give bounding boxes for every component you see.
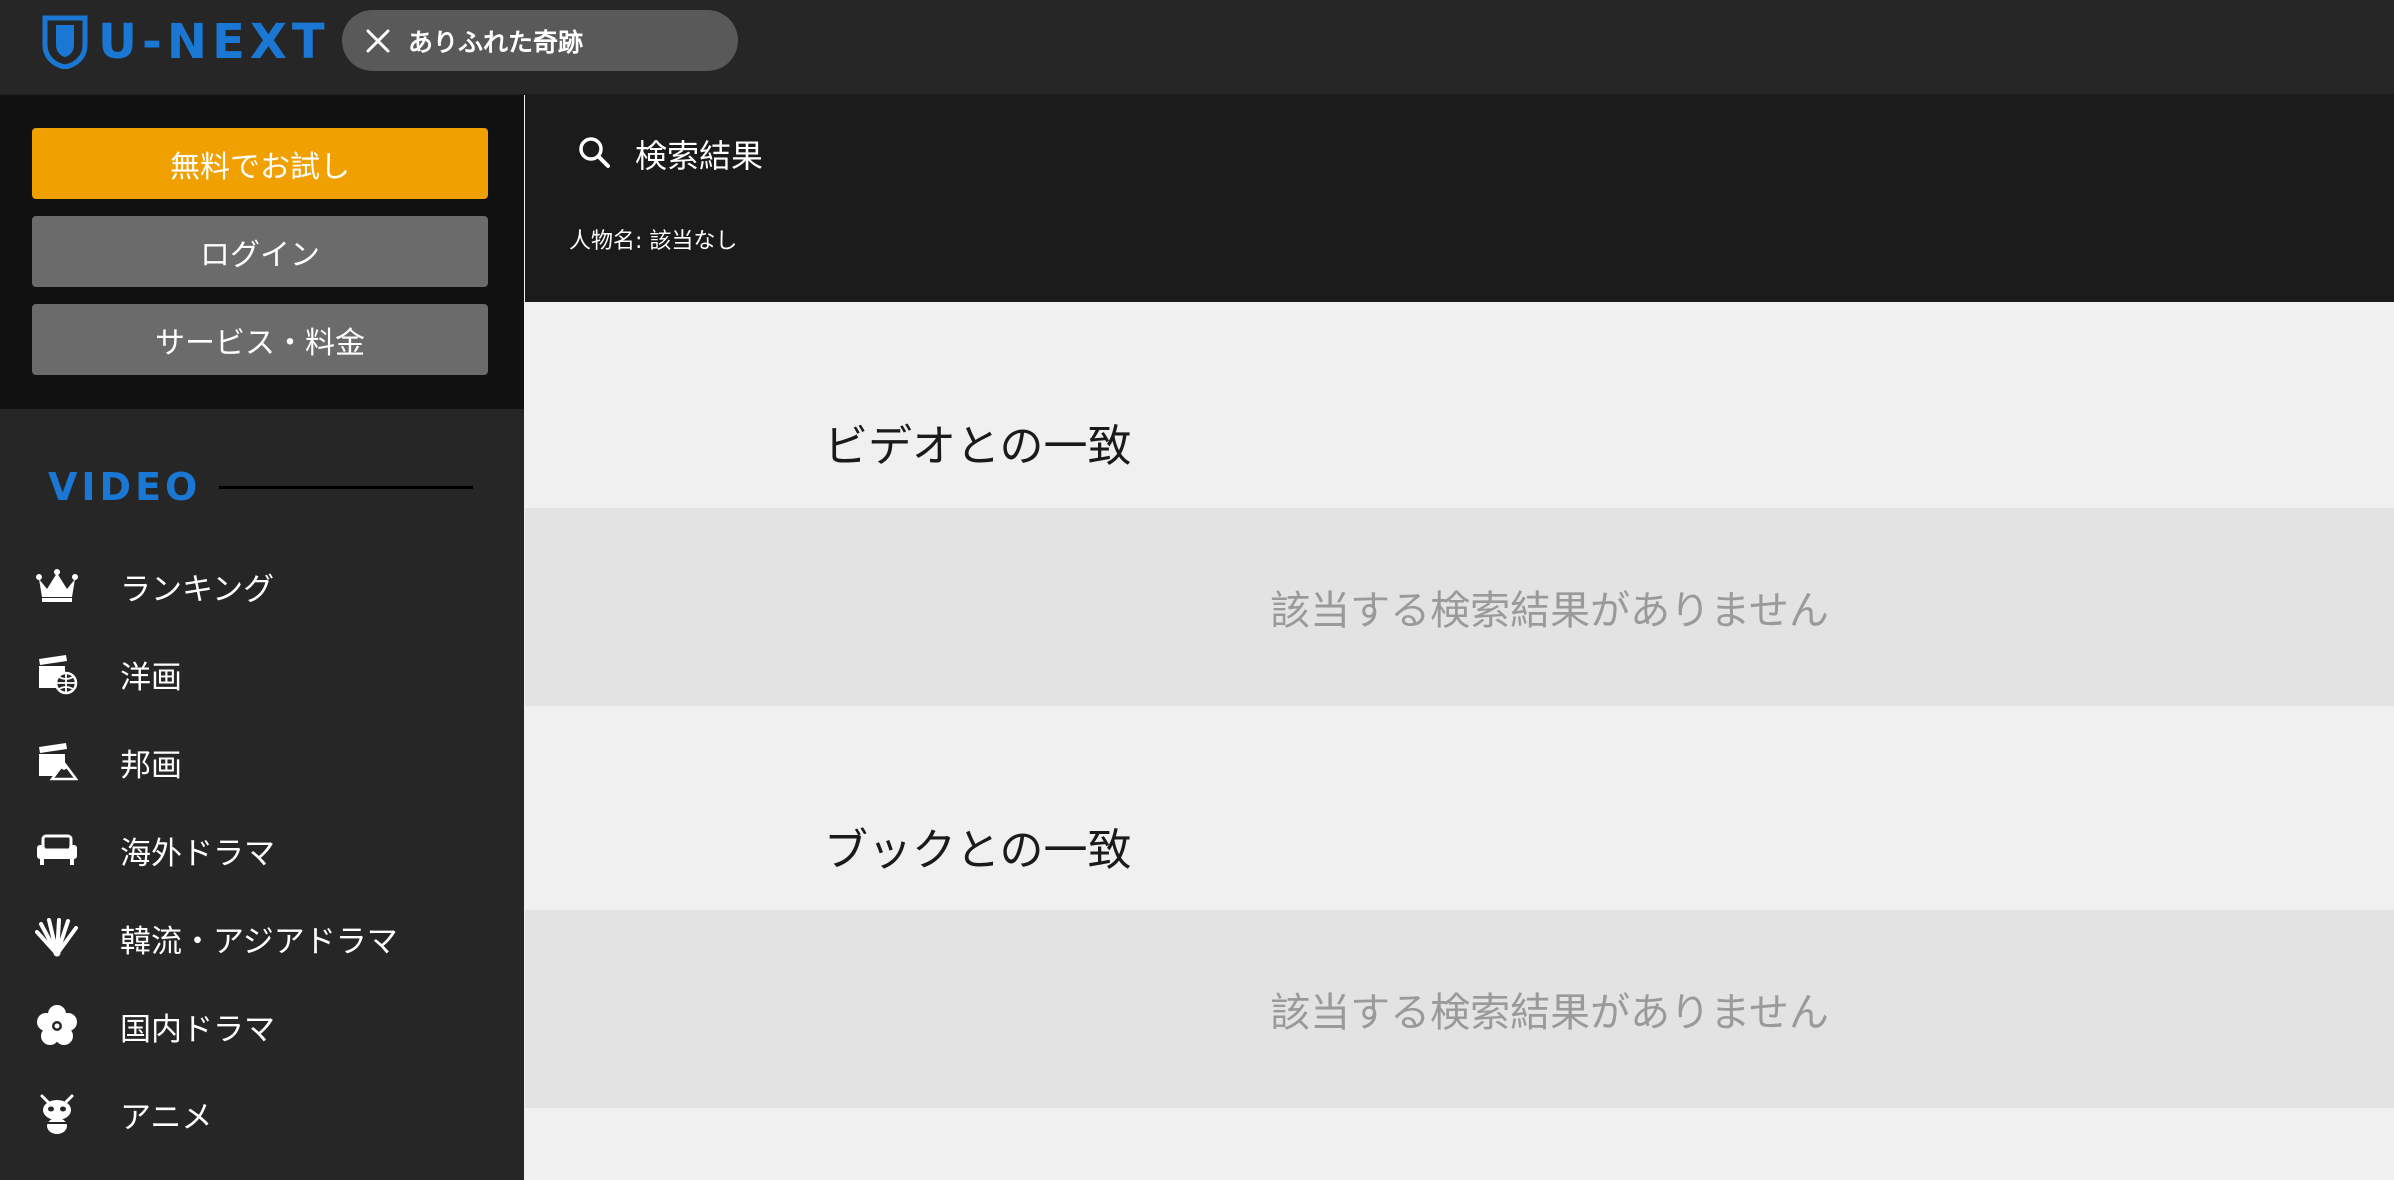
book-match-title: ブックとの一致 <box>824 825 1132 876</box>
sidebar: 無料でお試し ログイン サービス・料金 VIDEO ランキング 洋画 邦画 海外… <box>0 95 524 1180</box>
search-results-header: 検索結果 人物名: 該当なし <box>525 95 2394 302</box>
login-button[interactable]: ログイン <box>32 216 488 287</box>
sidebar-item-label: アニメ <box>120 1099 213 1136</box>
search-icon <box>577 135 611 173</box>
plum-blossom-icon <box>34 1003 80 1049</box>
sidebar-item-anime[interactable]: アニメ <box>0 1079 524 1149</box>
video-section-header: VIDEO <box>48 465 474 509</box>
sidebar-account-panel: 無料でお試し ログイン サービス・料金 <box>0 95 524 409</box>
sidebar-item-ranking[interactable]: ランキング <box>0 551 524 621</box>
sidebar-item-western-movies[interactable]: 洋画 <box>0 639 524 709</box>
clapperboard-globe-icon <box>34 651 80 697</box>
video-section-title: VIDEO <box>48 465 202 509</box>
empty-message: 該当する検索結果がありません <box>1270 990 1829 1036</box>
u-next-logo[interactable]: U-NEXT <box>42 14 330 70</box>
results-title: 検索結果 <box>635 137 764 175</box>
service-pricing-button[interactable]: サービス・料金 <box>32 304 488 375</box>
free-trial-button[interactable]: 無料でお試し <box>32 128 488 199</box>
anime-character-icon <box>34 1091 80 1137</box>
crown-icon <box>34 563 80 609</box>
book-match-empty-panel: 該当する検索結果がありません <box>525 910 2394 1108</box>
section-divider <box>219 485 474 489</box>
search-query-text: ありふれた奇跡 <box>408 27 584 57</box>
sidebar-item-korean-asian-drama[interactable]: 韓流・アジアドラマ <box>0 903 524 973</box>
book-match-section-header: ブックとの一致 <box>525 706 2394 910</box>
clapperboard-mountain-icon <box>34 739 80 785</box>
sidebar-item-label: ランキング <box>120 571 275 608</box>
person-name-result: 人物名: 該当なし <box>569 229 738 254</box>
sofa-icon <box>34 827 80 873</box>
video-match-title: ビデオとの一致 <box>824 421 1132 472</box>
sidebar-item-domestic-drama[interactable]: 国内ドラマ <box>0 991 524 1061</box>
sidebar-item-label: 海外ドラマ <box>120 835 275 872</box>
shield-logo-icon <box>42 15 88 69</box>
close-icon[interactable] <box>348 10 408 71</box>
sidebar-item-label: 洋画 <box>120 659 182 696</box>
folding-fan-icon <box>34 915 80 961</box>
logo-text: U-NEXT <box>98 14 330 70</box>
video-match-section-header: ビデオとの一致 <box>525 302 2394 508</box>
sidebar-item-label: 韓流・アジアドラマ <box>120 923 398 960</box>
sidebar-item-label: 国内ドラマ <box>120 1011 275 1048</box>
sidebar-item-label: 邦画 <box>120 747 182 784</box>
empty-message: 該当する検索結果がありません <box>1270 588 1829 634</box>
sidebar-item-japanese-movies[interactable]: 邦画 <box>0 727 524 797</box>
search-query-chip[interactable]: ありふれた奇跡 <box>342 10 738 71</box>
top-bar: U-NEXT ありふれた奇跡 <box>0 0 2394 95</box>
video-match-empty-panel: 該当する検索結果がありません <box>525 508 2394 706</box>
sidebar-item-foreign-drama[interactable]: 海外ドラマ <box>0 815 524 885</box>
